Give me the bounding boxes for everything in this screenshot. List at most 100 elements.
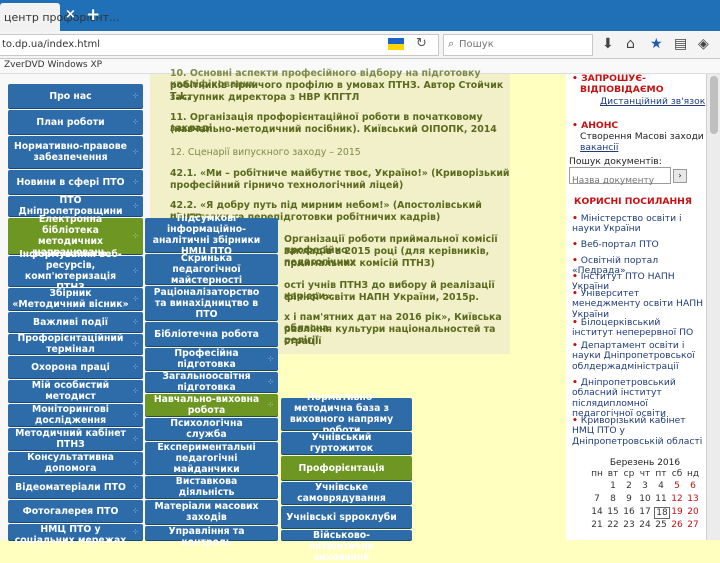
useful-link[interactable]: • Університет менеджменту освіти НАПН Ук… xyxy=(572,288,704,320)
document-search-field[interactable] xyxy=(570,174,670,188)
document-search-input[interactable] xyxy=(569,167,671,188)
calendar-day[interactable]: 12 xyxy=(670,494,684,504)
tab-title: центр профорієнт... xyxy=(4,11,120,24)
vertical-scrollbar[interactable] xyxy=(706,74,720,540)
calendar-day[interactable]: 1 xyxy=(606,481,620,491)
submenu-item-mass-events[interactable]: Матеріали масових заходів xyxy=(145,500,278,524)
new-tab-button[interactable]: + xyxy=(86,5,100,25)
menu-item-legal[interactable]: Нормативно-правове забезпечення ⁘ xyxy=(8,136,143,168)
bookmark-item[interactable]: ZverDVD Windows XP xyxy=(4,60,102,70)
home-icon[interactable]: ⌂ xyxy=(626,36,635,52)
useful-link[interactable]: • Криворізький кабінет НМЦ ПТО у Дніпроп… xyxy=(572,415,704,447)
menu-item-events[interactable]: Важливі події ⁘ xyxy=(8,312,143,332)
menu-item-plan[interactable]: План роботи ⁘ xyxy=(8,110,143,134)
calendar-day[interactable]: 14 xyxy=(590,507,604,517)
menu-item-regional[interactable]: ПТО Дніпропетровщини ⁘ xyxy=(8,195,143,217)
reader-icon[interactable]: ▤ xyxy=(674,36,687,52)
content-link[interactable]: 42.1. «Ми – робітниче майбутнє твоє, Укр… xyxy=(170,168,510,179)
close-tab-icon[interactable]: × xyxy=(65,7,76,22)
menu-item-social[interactable]: НМЦ ПТО у соціальних мережах ⁘ xyxy=(8,524,143,546)
calendar-day[interactable]: 27 xyxy=(686,520,700,530)
calendar-day[interactable]: 7 xyxy=(590,494,604,504)
tab-bar: центр профорієнт... × + xyxy=(0,0,720,31)
calendar-day[interactable]: 21 xyxy=(590,520,604,530)
calendar-day[interactable]: 22 xyxy=(606,520,620,530)
submenu-item-yearbooks[interactable]: Підсумкові інформаційно-аналітичні збірн… xyxy=(145,213,278,257)
announce-title: ВІДПОВІДАЄМО xyxy=(580,84,664,95)
submenu-item-exhibitions[interactable]: Виставкова діяльність xyxy=(145,476,278,498)
useful-link[interactable]: • Білоцерківський інститут неперервної П… xyxy=(572,317,704,339)
submenu-item-psychology[interactable]: Психологічна служба xyxy=(145,418,278,440)
calendar-day[interactable]: 2 xyxy=(622,481,636,491)
calendar-day[interactable]: 13 xyxy=(686,494,700,504)
content-text: професійний гірничо технологічний ліцей) xyxy=(170,180,404,191)
submenu-item-mastery-box[interactable]: Скринька педагогічної майстерності xyxy=(145,253,278,286)
menu-item-bulletin[interactable]: Збірник «Методичний вісник» ⁘ xyxy=(8,288,143,310)
menu-item-terminal[interactable]: Профорієнтаційний термінал ⁘ xyxy=(8,333,143,355)
menu-item-methodist[interactable]: Мій особистий методист ⁘ xyxy=(8,380,143,402)
links-title: КОРИСНІ ПОСИЛАННЯ xyxy=(574,196,692,207)
submenu-item-management[interactable]: Управління та контроль xyxy=(145,526,278,548)
calendar-day[interactable]: 8 xyxy=(606,494,620,504)
submenu2-item-dormitory[interactable]: Учнівський гуртожиток xyxy=(281,432,412,454)
calendar-day[interactable]: 25 xyxy=(654,520,668,530)
menu-item-video[interactable]: Відеоматеріали ПТО ⁘ xyxy=(8,476,143,498)
calendar-day[interactable]: 17 xyxy=(638,507,652,517)
search-bar[interactable]: ⌕ Пошук xyxy=(443,34,593,56)
menu-item-consulting[interactable]: Консультативна допомога ⁘ xyxy=(8,452,143,474)
menu-arrow-icon: ⁘ xyxy=(132,201,139,211)
bookmark-star-icon[interactable]: ★ xyxy=(650,36,663,52)
calendar-day[interactable]: 9 xyxy=(622,494,636,504)
calendar-day-today[interactable]: 18 xyxy=(654,507,670,519)
calendar-day[interactable]: 19 xyxy=(670,507,684,517)
menu-item-web-resources[interactable]: Інформування веб-ресурсів, комп'ютеризац… xyxy=(8,249,143,293)
menu-item-news[interactable]: Новини в сфері ПТО ⁘ xyxy=(8,170,143,194)
useful-link[interactable]: • Міністерство освіти і науки України xyxy=(572,213,704,235)
announce-bullet: • ЗАПРОШУЄ- xyxy=(572,73,646,84)
url-bar[interactable]: to.dp.ua/index.html ↻ xyxy=(0,34,439,56)
calendar-day[interactable]: 10 xyxy=(638,494,652,504)
menu-item-about[interactable]: Про нас ⁘ xyxy=(8,84,143,108)
submenu-item-educational-work[interactable]: Навчально-виховна робота ⁘ xyxy=(145,394,278,416)
submenu2-item-sport-clubs[interactable]: Учнівські spроклуби xyxy=(281,506,412,528)
calendar-day[interactable]: 4 xyxy=(654,481,668,491)
calendar-day[interactable]: 3 xyxy=(638,481,652,491)
search-go-button[interactable]: › xyxy=(673,169,687,183)
browser-tab[interactable]: центр профорієнт... xyxy=(0,3,120,31)
submenu2-item-career-guidance[interactable]: Профорієнтація xyxy=(281,456,412,480)
submenu2-item-normative-base[interactable]: Нормативно-методична база з виховного на… xyxy=(281,392,412,436)
menu-arrow-icon: ⁘ xyxy=(132,434,139,444)
submenu-item-innovation[interactable]: Раціоналізаторство та винахідництво в ПТ… xyxy=(145,286,278,320)
calendar-day[interactable]: 20 xyxy=(686,507,700,517)
calendar-day[interactable]: 26 xyxy=(670,520,684,530)
announce-link[interactable]: вакансії xyxy=(580,142,618,153)
useful-link[interactable]: • Дніпропетровський обласний інститут пі… xyxy=(572,377,704,420)
submenu2-item-patriotic[interactable]: Військово-патріотичне виховання xyxy=(281,530,412,563)
submenu-item-library-work[interactable]: Бібліотечна робота xyxy=(145,322,278,346)
submenu-item-vocational[interactable]: Професійна підготовка ⁘ xyxy=(145,348,278,370)
menu-item-photo[interactable]: Фотогалерея ПТО ⁘ xyxy=(8,500,143,522)
menu-item-monitoring[interactable]: Моніторингові дослідження ⁘ xyxy=(8,404,143,426)
announce-link[interactable]: Дистанційний зв'язок xyxy=(600,96,705,107)
pocket-icon[interactable]: ◈ xyxy=(698,36,709,52)
useful-link[interactable]: • Веб-портал ПТО xyxy=(572,239,704,250)
calendar-day[interactable]: 11 xyxy=(654,494,668,504)
scrollbar-thumb[interactable] xyxy=(710,76,718,134)
useful-link[interactable]: • Департамент освіти і науки Дніпропетро… xyxy=(572,340,704,372)
calendar-day[interactable]: 6 xyxy=(686,481,700,491)
submenu-item-general-ed[interactable]: Загальноосвітня підготовка ⁘ xyxy=(145,371,278,393)
menu-arrow-icon: ⁘ xyxy=(132,362,139,372)
calendar-day[interactable]: 16 xyxy=(622,507,636,517)
reload-icon[interactable]: ↻ xyxy=(416,36,427,51)
menu-item-cabinet[interactable]: Методичний кабінет ПТНЗ ⁘ xyxy=(8,428,143,450)
calendar-day[interactable]: 24 xyxy=(638,520,652,530)
submenu-item-experimental[interactable]: Експериментальні педагогічні майданчики xyxy=(145,442,278,475)
calendar-day[interactable]: 15 xyxy=(606,507,620,517)
calendar-day[interactable]: 5 xyxy=(670,481,684,491)
submenu2-item-self-government[interactable]: Учнівське самоврядування xyxy=(281,482,412,504)
download-icon[interactable]: ⬇ xyxy=(602,36,614,52)
calendar-day[interactable]: 23 xyxy=(622,520,636,530)
menu-arrow-icon: ⁘ xyxy=(132,458,139,468)
menu-item-safety[interactable]: Охорона праці ⁘ xyxy=(8,356,143,378)
calendar-week: 7 8 9 10 11 12 13 xyxy=(590,494,700,506)
